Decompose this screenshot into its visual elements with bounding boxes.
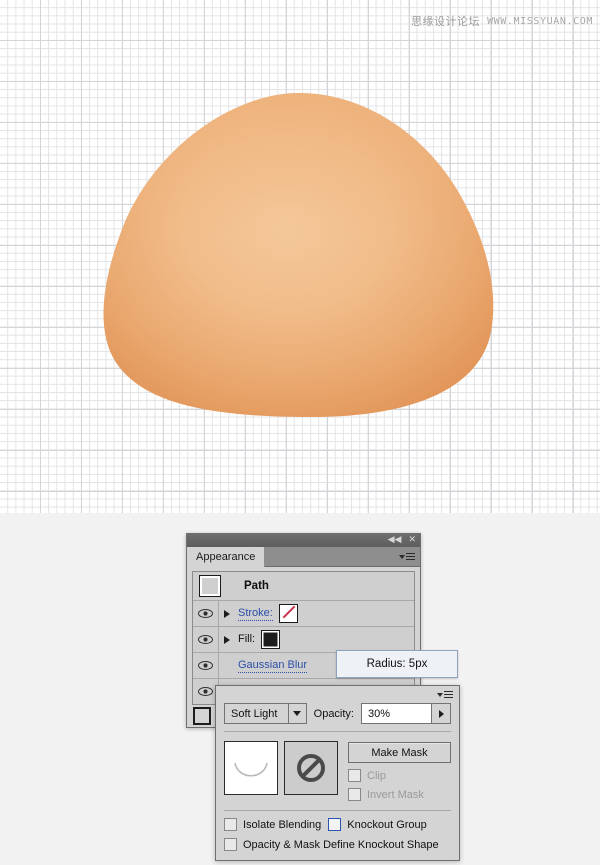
hamburger-icon <box>406 553 415 561</box>
mask-controls: Make Mask Clip Invert Mask <box>348 741 451 801</box>
radius-tooltip: Radius: 5px <box>336 650 458 678</box>
appearance-titlebar[interactable]: ◀◀ ✕ <box>187 534 420 547</box>
stroke-swatch-none-icon[interactable] <box>279 604 298 623</box>
transparency-bottom-options: Isolate Blending Knockout Group Opacity … <box>216 811 459 860</box>
blending-options-row: Isolate Blending Knockout Group <box>224 818 451 831</box>
triangle-right-icon <box>224 636 230 644</box>
watermark-url-text: WWW.MISSYUAN.COM <box>487 16 593 27</box>
close-icon[interactable]: ✕ <box>408 536 416 545</box>
transparency-header <box>216 686 459 703</box>
path-curve-icon <box>228 745 274 791</box>
visibility-eye-icon-blur[interactable] <box>193 653 219 678</box>
triangle-right-icon <box>439 710 444 718</box>
triangle-right-icon <box>224 610 230 618</box>
clip-checkbox-row[interactable]: Clip <box>348 769 451 782</box>
radius-tooltip-text: Radius: 5px <box>367 658 428 670</box>
knockout-group-label: Knockout Group <box>347 819 427 831</box>
path-thumbnail-icon <box>199 575 221 597</box>
artwork-thumbnail[interactable] <box>224 741 278 795</box>
transparency-panel[interactable]: Soft Light Opacity: 30% <box>215 685 460 861</box>
artboard-canvas[interactable]: 思缘设计论坛 WWW.MISSYUAN.COM <box>0 0 600 513</box>
eye-icon <box>198 635 213 644</box>
tab-filler <box>265 547 420 567</box>
appearance-label-stroke[interactable]: Stroke: <box>238 607 273 621</box>
visibility-eye-icon-fill[interactable] <box>193 627 219 652</box>
collapse-panel-icon[interactable]: ◀◀ <box>388 536 402 545</box>
watermark: 思缘设计论坛 WWW.MISSYUAN.COM <box>411 13 593 29</box>
disclosure-triangle-fill[interactable] <box>219 627 235 652</box>
chevron-down-icon <box>437 693 443 697</box>
disclosure-triangle-stroke[interactable] <box>219 601 235 626</box>
transparency-mid-row: Make Mask Clip Invert Mask <box>216 732 459 810</box>
make-mask-label: Make Mask <box>371 747 427 759</box>
egg-dome-shape[interactable] <box>101 92 498 418</box>
eye-icon <box>198 687 213 696</box>
thumbnail-group <box>224 741 338 795</box>
knockout-group-checkbox[interactable] <box>328 818 341 831</box>
panel-menu-icon[interactable] <box>399 553 415 561</box>
blend-mode-dropdown-arrow[interactable] <box>288 704 306 723</box>
opacity-label: Opacity: <box>314 708 354 720</box>
tab-appearance[interactable]: Appearance <box>187 547 265 567</box>
appearance-row-path[interactable]: Path <box>193 572 414 601</box>
appearance-label-fill[interactable]: Fill: <box>238 633 255 646</box>
opacity-mask-knockout-checkbox[interactable] <box>224 838 237 851</box>
eye-icon <box>198 661 213 670</box>
visibility-eye-icon-stroke[interactable] <box>193 601 219 626</box>
opacity-mask-knockout-row[interactable]: Opacity & Mask Define Knockout Shape <box>224 838 451 851</box>
chevron-down-icon <box>399 555 405 559</box>
knockout-group-row[interactable]: Knockout Group <box>328 818 427 831</box>
appearance-row-gaussian-blur[interactable]: Gaussian Blur Radius: 5px <box>193 653 414 679</box>
appearance-target-label: Path <box>244 580 269 592</box>
opacity-mask-knockout-label: Opacity & Mask Define Knockout Shape <box>243 839 439 851</box>
isolate-blending-checkbox[interactable] <box>224 818 237 831</box>
appearance-tab-row: Appearance <box>187 547 420 567</box>
make-mask-button[interactable]: Make Mask <box>348 742 451 763</box>
chevron-down-icon <box>293 711 301 716</box>
eye-icon <box>198 609 213 618</box>
disclosure-spacer-blur <box>219 653 235 678</box>
panel-menu-icon[interactable] <box>437 691 453 699</box>
hamburger-icon <box>444 691 453 699</box>
tab-appearance-label: Appearance <box>196 551 255 563</box>
blend-mode-value: Soft Light <box>225 708 288 720</box>
watermark-chinese-text: 思缘设计论坛 <box>411 13 480 29</box>
appearance-label-gaussian-blur[interactable]: Gaussian Blur <box>238 659 307 673</box>
opacity-stepper-button[interactable] <box>432 703 451 724</box>
appearance-row-stroke[interactable]: Stroke: <box>193 601 414 627</box>
invert-mask-checkbox-row[interactable]: Invert Mask <box>348 788 451 801</box>
invert-mask-checkbox[interactable] <box>348 788 361 801</box>
clip-checkbox[interactable] <box>348 769 361 782</box>
isolate-blending-label: Isolate Blending <box>243 819 321 831</box>
new-art-maintains-appearance-icon[interactable] <box>193 707 211 725</box>
clip-label: Clip <box>367 770 386 782</box>
fill-swatch-icon[interactable] <box>261 630 280 649</box>
invert-mask-label: Invert Mask <box>367 789 424 801</box>
no-mask-icon <box>295 752 327 784</box>
blend-mode-select[interactable]: Soft Light <box>224 703 307 724</box>
mask-thumbnail[interactable] <box>284 741 338 795</box>
isolate-blending-row[interactable]: Isolate Blending <box>224 818 321 831</box>
transparency-top-row: Soft Light Opacity: 30% <box>216 703 459 731</box>
opacity-input[interactable]: 30% <box>361 703 432 724</box>
